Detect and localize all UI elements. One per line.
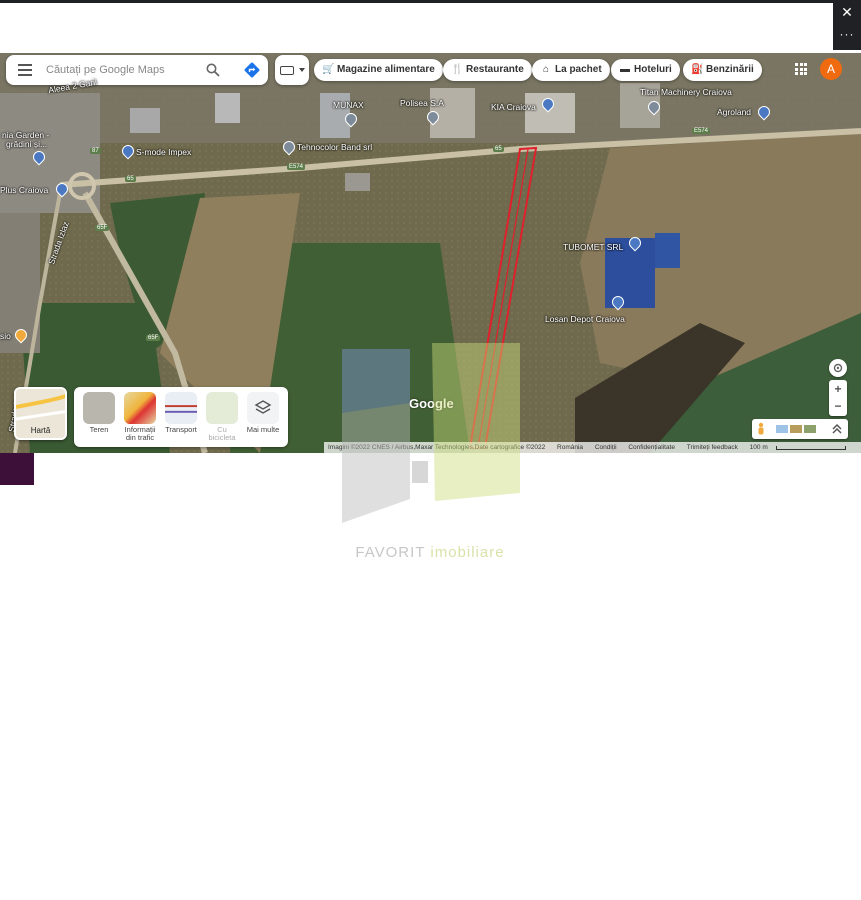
poi-label[interactable]: KIA Craiova [491, 102, 536, 112]
search-icon[interactable] [206, 63, 220, 77]
watermark-word: imobiliare [430, 544, 505, 561]
close-icon[interactable]: ✕ [833, 4, 861, 20]
poi-label[interactable]: Plus Craiova [0, 185, 48, 195]
chip-label: Restaurante [466, 64, 524, 75]
road-number: 65 [493, 146, 504, 152]
road-number: E574 [692, 128, 711, 134]
poi-label[interactable]: Agroland [717, 107, 751, 117]
road-number: 87 [90, 148, 101, 154]
layer-toggle-map[interactable]: Hartă [14, 387, 67, 440]
imagery-thumb-icon[interactable] [776, 425, 788, 433]
poi-label[interactable]: Titan Machinery Craiova [640, 87, 732, 97]
layer-label: Teren [89, 425, 109, 434]
transit-icon [165, 392, 197, 424]
privacy-link[interactable]: Confidențialitate [628, 444, 675, 451]
zoom-out-button[interactable]: − [829, 398, 847, 416]
layers-icon [247, 392, 279, 424]
hamburger-menu-icon[interactable] [18, 64, 32, 76]
takeout-icon: ⌂ [542, 64, 550, 75]
chip-label: La pachet [555, 64, 602, 75]
browser-top-edge [0, 0, 861, 3]
location-target-icon [833, 363, 843, 373]
country-link[interactable]: România [557, 444, 583, 451]
road-number: 65F [146, 335, 161, 341]
road-number: 65 [125, 176, 136, 182]
layer-terrain[interactable]: Teren [80, 392, 118, 434]
map-view[interactable]: 🛒Magazine alimentare 🍴Restaurante ⌂ La pa… [0, 53, 861, 453]
chip-hotels[interactable]: ▬ Hoteluri [611, 59, 680, 81]
poi-label[interactable]: Tehnocolor Band srl [297, 142, 372, 152]
layer-biking[interactable]: Cu bicicleta [203, 392, 241, 442]
terrain-icon [83, 392, 115, 424]
layers-panel: Teren Informații din trafic Transport Cu… [74, 387, 288, 447]
poi-label[interactable]: Polisea S.A [400, 98, 444, 108]
poi-label[interactable]: sio [0, 331, 11, 341]
apps-grid-icon[interactable] [795, 63, 807, 75]
poi-label[interactable]: S-mode Impex [136, 147, 191, 157]
search-box [6, 55, 268, 85]
layer-traffic[interactable]: Informații din trafic [121, 392, 159, 442]
chip-label: Hoteluri [634, 64, 672, 75]
scale-label[interactable]: 100 m [750, 444, 768, 451]
chevron-down-icon [299, 68, 305, 72]
imagery-attribution: Imagini ©2022 CNES / Airbus,Maxar Techno… [328, 444, 546, 451]
chip-groceries[interactable]: 🛒 Magazine alimentare [314, 59, 443, 81]
traffic-icon [124, 392, 156, 424]
poi-label[interactable]: MUNAX [333, 100, 364, 110]
poi-label[interactable]: Losan Depot Craiova [545, 314, 625, 324]
fork-knife-icon: 🍴 [451, 64, 464, 75]
chip-label: Magazine alimentare [337, 64, 435, 75]
zoom-in-button[interactable]: + [829, 380, 847, 398]
chip-label: Benzinării [706, 64, 754, 75]
my-location-button[interactable] [829, 359, 847, 377]
zoom-controls: + − [829, 380, 847, 416]
more-options-icon[interactable]: ··· [833, 26, 861, 42]
layer-label: Cu bicicleta [208, 425, 236, 442]
window-controls: ✕ ··· [833, 0, 861, 50]
bed-icon: ▬ [620, 64, 630, 75]
chip-restaurants[interactable]: 🍴 Restaurante [443, 59, 532, 81]
chip-gas-stations[interactable]: ⛽ Benzinării [683, 59, 762, 81]
layer-label: Informații din trafic [124, 425, 156, 442]
fuel-icon: ⛽ [691, 64, 704, 75]
side-tab [0, 453, 34, 485]
layer-toggle-label: Hartă [30, 426, 51, 435]
keyboard-icon [280, 66, 294, 75]
scale-bar [776, 446, 846, 450]
poi-label[interactable]: TUBOMET SRL [563, 242, 623, 252]
chevron-up-icon[interactable] [832, 423, 842, 435]
watermark-word: FAVORIT [355, 544, 426, 561]
bike-icon [206, 392, 238, 424]
imagery-thumb-icon[interactable] [804, 425, 816, 433]
layer-more[interactable]: Mai multe [244, 392, 282, 434]
terms-link[interactable]: Condiții [595, 444, 617, 451]
layer-label: Transport [165, 425, 197, 434]
directions-icon[interactable] [244, 62, 260, 78]
account-avatar[interactable]: A [820, 58, 842, 80]
watermark-text: FAVORIT imobiliare [320, 544, 540, 561]
search-input[interactable] [46, 61, 196, 79]
cart-icon: 🛒 [322, 64, 335, 75]
input-tools-button[interactable] [275, 55, 309, 85]
road-number: E574 [287, 164, 306, 170]
chip-takeout[interactable]: ⌂ La pachet [532, 59, 610, 81]
bottom-right-toolbar [752, 419, 848, 439]
poi-label[interactable]: grădini și... [6, 139, 47, 149]
imagery-thumb-icon[interactable] [790, 425, 802, 433]
pegman-icon[interactable] [756, 422, 766, 436]
google-logo: Google [409, 396, 454, 411]
layer-label: Mai multe [246, 425, 280, 434]
layer-transit[interactable]: Transport [162, 392, 200, 434]
feedback-link[interactable]: Trimiteți feedback [687, 444, 738, 451]
road-number: 65F [95, 225, 110, 231]
